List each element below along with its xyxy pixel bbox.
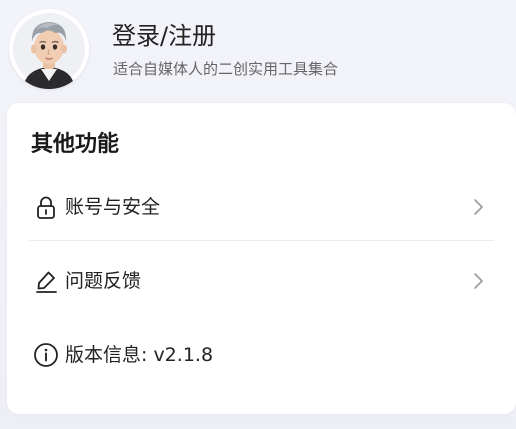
lock-icon xyxy=(37,196,55,219)
section-title: 其他功能 xyxy=(31,132,120,157)
menu-item-label: 账号与安全 xyxy=(65,196,161,218)
menu-item-account-security[interactable]: 账号与安全 xyxy=(29,185,494,229)
app-tagline: 适合自媒体人的二创实用工具集合 xyxy=(113,60,339,78)
info-icon xyxy=(34,343,58,367)
menu-item-version-info: 版本信息: v2.1.8 xyxy=(29,333,494,377)
menu-item-label: 问题反馈 xyxy=(65,270,142,292)
chevron-right-icon xyxy=(474,199,483,215)
other-features-card: 其他功能 账号与安全 问题反馈 版本信息: v2.1.8 xyxy=(7,103,516,414)
menu-item-feedback[interactable]: 问题反馈 xyxy=(29,259,494,303)
divider xyxy=(29,240,494,241)
login-register-link[interactable]: 登录/注册 xyxy=(112,20,216,52)
version-info-text: 版本信息: v2.1.8 xyxy=(65,344,214,366)
chevron-right-icon xyxy=(474,273,483,289)
edit-icon xyxy=(36,271,57,293)
avatar-icon xyxy=(9,9,89,89)
profile-header: 登录/注册 适合自媒体人的二创实用工具集合 xyxy=(0,0,516,100)
avatar[interactable] xyxy=(9,9,89,89)
